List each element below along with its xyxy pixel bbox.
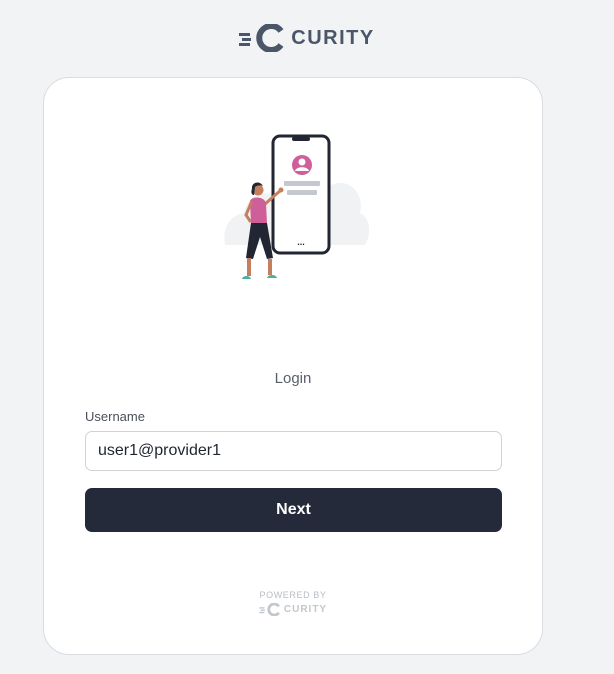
login-title: Login bbox=[274, 370, 312, 387]
username-input[interactable] bbox=[85, 431, 502, 471]
phone-dots: ... bbox=[297, 237, 305, 247]
curity-logo: CURITY bbox=[0, 24, 614, 52]
brand-name: CURITY bbox=[291, 26, 375, 49]
login-card: ... Login Username Next POWERED BY bbox=[43, 77, 543, 655]
login-page: CURITY ... Login Username user1@provider… bbox=[0, 0, 614, 674]
curity-small-logo-icon bbox=[259, 603, 280, 616]
username-label: Username bbox=[85, 409, 145, 424]
person-holding-phone-illustration: ... bbox=[224, 134, 370, 279]
next-button[interactable]: Next bbox=[85, 488, 502, 532]
powered-by-label: POWERED BY bbox=[259, 590, 327, 600]
curity-logo-icon bbox=[239, 24, 284, 52]
powered-by-footer: POWERED BY CURITY bbox=[44, 590, 542, 616]
powered-by-brand: CURITY bbox=[283, 604, 328, 615]
powered-by-logo: CURITY bbox=[44, 603, 542, 616]
